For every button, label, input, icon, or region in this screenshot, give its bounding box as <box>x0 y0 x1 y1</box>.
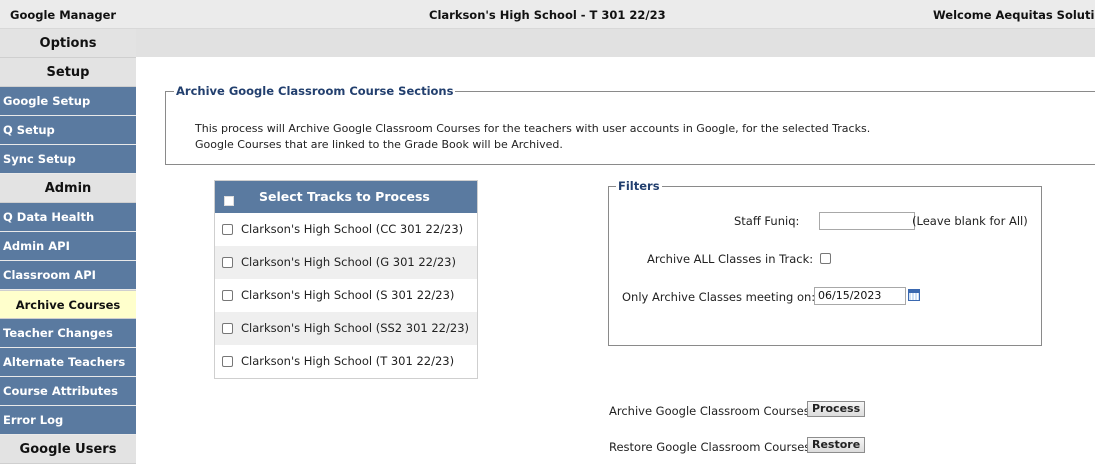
track-row[interactable]: Clarkson's High School (S 301 22/23) <box>215 279 477 312</box>
sidebar-item-alternate-teachers[interactable]: Alternate Teachers <box>0 348 136 377</box>
content-header-strip <box>136 29 1095 57</box>
archive-description: This process will Archive Google Classro… <box>195 121 870 153</box>
track-checkbox-s[interactable] <box>222 290 233 301</box>
sidebar-item-q-data-health[interactable]: Q Data Health <box>0 203 136 232</box>
track-row[interactable]: Clarkson's High School (G 301 22/23) <box>215 246 477 279</box>
archive-description-line-2: Google Courses that are linked to the Gr… <box>195 138 563 151</box>
track-label: Clarkson's High School (G 301 22/23) <box>241 255 456 269</box>
track-checkbox-t[interactable] <box>222 356 233 367</box>
archive-all-checkbox[interactable] <box>820 253 831 264</box>
select-all-tracks-checkbox[interactable] <box>224 196 234 206</box>
track-checkbox-ss2[interactable] <box>222 323 233 334</box>
filters-fieldset: Filters Staff Funiq: (Leave blank for Al… <box>608 179 1042 346</box>
sidebar-admin-header: Admin <box>0 174 136 203</box>
sidebar-item-archive-courses[interactable]: Archive Courses <box>0 290 136 319</box>
sidebar-google-users-header[interactable]: Google Users <box>0 435 136 464</box>
track-checkbox-g[interactable] <box>222 257 233 268</box>
track-label: Clarkson's High School (S 301 22/23) <box>241 288 455 302</box>
track-label: Clarkson's High School (CC 301 22/23) <box>241 222 464 236</box>
staff-funiq-label: Staff Funiq: <box>734 214 800 228</box>
track-row[interactable]: Clarkson's High School (SS2 301 22/23) <box>215 312 477 345</box>
sidebar-item-sync-setup[interactable]: Sync Setup <box>0 145 136 174</box>
staff-funiq-input[interactable] <box>819 212 915 230</box>
track-checkbox-cc[interactable] <box>222 224 233 235</box>
archive-fieldset: Archive Google Classroom Course Sections… <box>165 84 1095 165</box>
archive-description-line-1: This process will Archive Google Classro… <box>195 122 871 135</box>
restore-button[interactable]: Restore <box>807 437 866 453</box>
archive-legend: Archive Google Classroom Course Sections <box>174 84 456 98</box>
school-title: Clarkson's High School - T 301 22/23 <box>429 8 666 22</box>
sidebar-options-header: Options <box>0 29 136 58</box>
archive-action-label: Archive Google Classroom Courses <box>609 404 810 418</box>
process-button[interactable]: Process <box>807 401 866 417</box>
welcome-text: Welcome Aequitas Solutio <box>933 8 1095 22</box>
sidebar-item-q-setup[interactable]: Q Setup <box>0 116 136 145</box>
only-archive-label: Only Archive Classes meeting on: <box>622 290 816 304</box>
sidebar-item-course-attributes[interactable]: Course Attributes <box>0 377 136 406</box>
track-label: Clarkson's High School (SS2 301 22/23) <box>241 321 469 335</box>
archive-all-label: Archive ALL Classes in Track: <box>647 252 814 266</box>
track-row[interactable]: Clarkson's High School (T 301 22/23) <box>215 345 477 378</box>
sidebar-item-error-log[interactable]: Error Log <box>0 406 136 435</box>
tracks-header-label: Select Tracks to Process <box>259 189 430 204</box>
staff-funiq-hint: (Leave blank for All) <box>912 214 1028 228</box>
sidebar-item-admin-api[interactable]: Admin API <box>0 232 136 261</box>
app-title: Google Manager <box>10 8 117 22</box>
tracks-header: Select Tracks to Process <box>215 181 477 213</box>
top-bar: Google Manager Clarkson's High School - … <box>0 0 1095 29</box>
sidebar-setup-header: Setup <box>0 58 136 87</box>
sidebar-item-teacher-changes[interactable]: Teacher Changes <box>0 319 136 348</box>
sidebar-item-google-setup[interactable]: Google Setup <box>0 87 136 116</box>
track-row[interactable]: Clarkson's High School (CC 301 22/23) <box>215 213 477 246</box>
archive-date-input[interactable]: 06/15/2023 <box>814 287 906 305</box>
sidebar: Options Setup Google Setup Q Setup Sync … <box>0 29 136 464</box>
sidebar-item-classroom-api[interactable]: Classroom API <box>0 261 136 290</box>
filters-legend: Filters <box>616 179 662 193</box>
tracks-table: Select Tracks to Process Clarkson's High… <box>214 180 478 379</box>
restore-action-label: Restore Google Classroom Courses <box>609 440 811 454</box>
track-label: Clarkson's High School (T 301 22/23) <box>241 354 455 368</box>
calendar-icon[interactable] <box>908 289 920 301</box>
